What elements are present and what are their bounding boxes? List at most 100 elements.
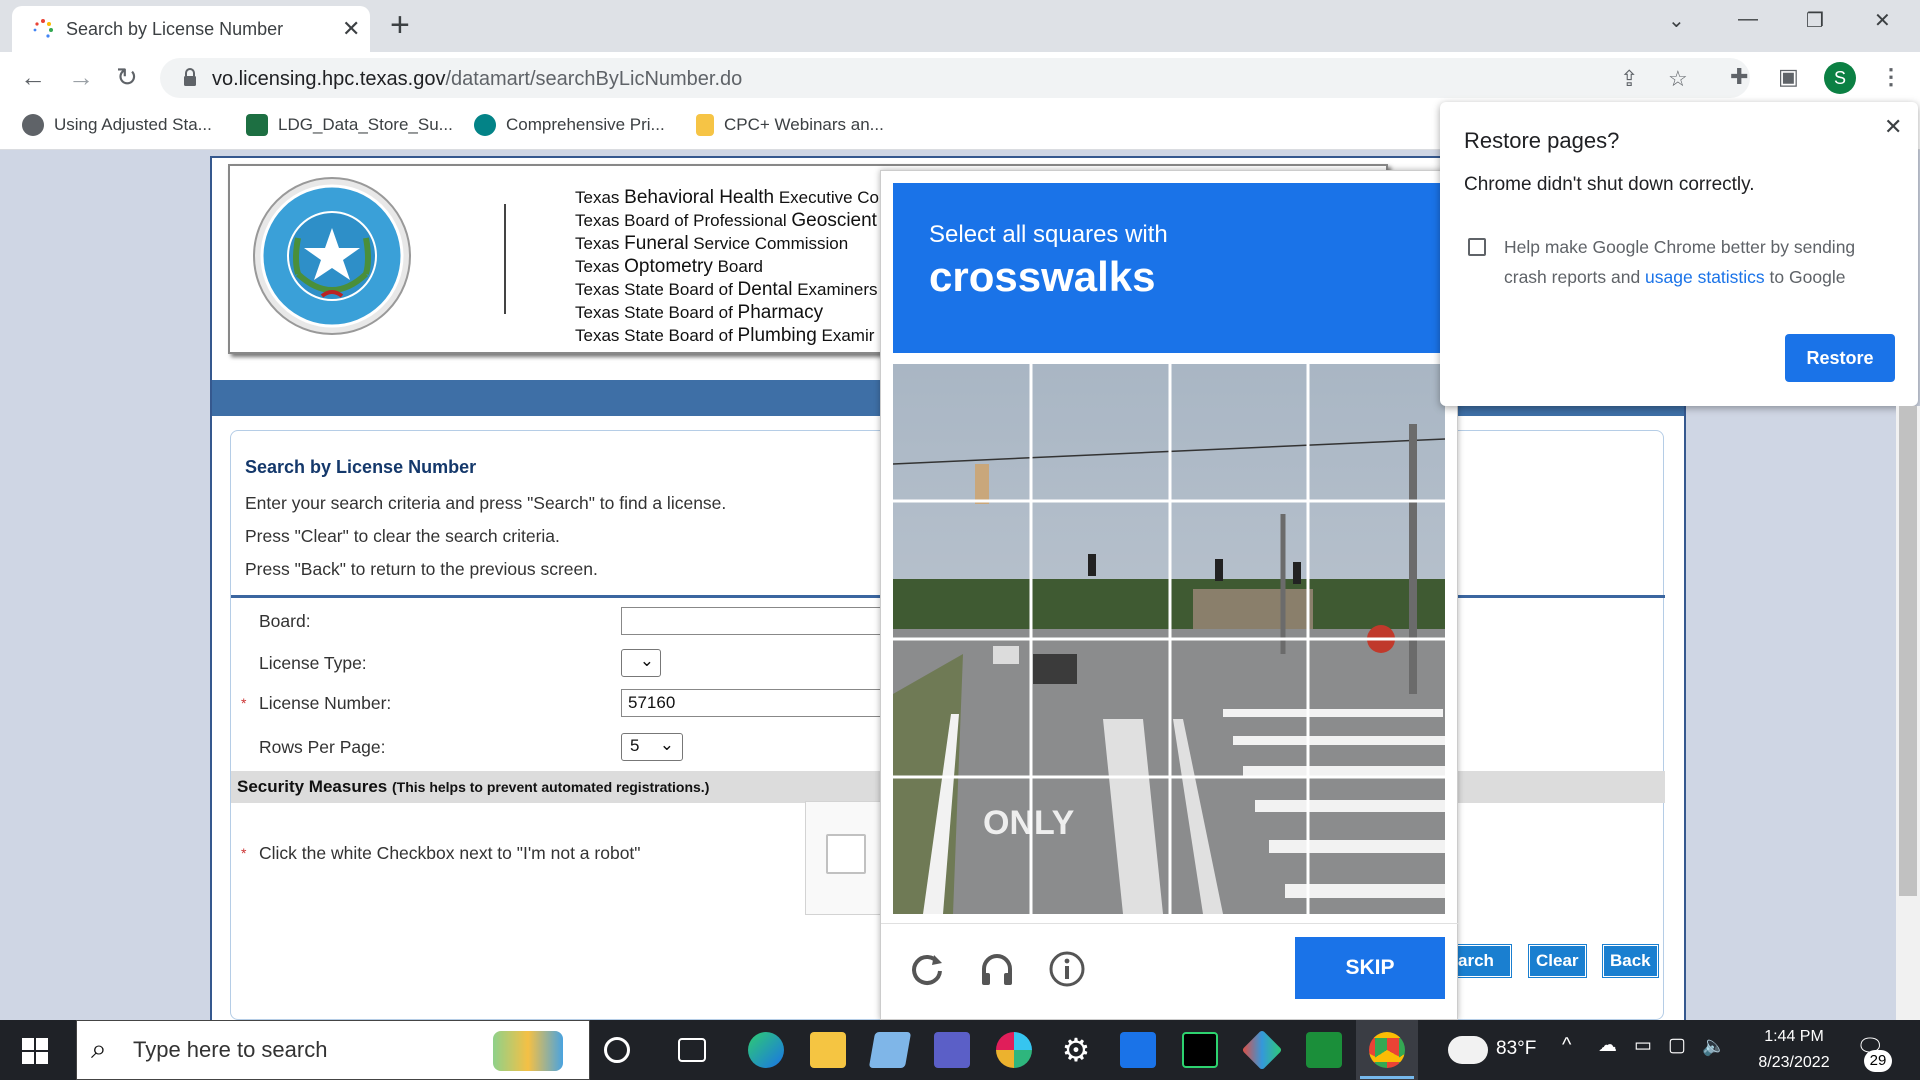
battery-icon[interactable]: ▭ [1634,1034,1652,1057]
slack-icon[interactable] [996,1032,1032,1068]
notepad-icon[interactable] [868,1032,912,1068]
windows-start-icon[interactable] [22,1038,48,1064]
rows-per-page-select[interactable]: 5 ⌄ [621,733,683,761]
search-highlight-icon [493,1031,563,1071]
restore-window-icon[interactable]: ❐ [1806,8,1824,33]
chevron-down-icon: ⌄ [659,735,674,754]
board-input[interactable] [621,607,921,635]
send-stats-checkbox[interactable] [1468,238,1486,256]
challenge-tile[interactable] [893,364,1029,499]
share-icon[interactable]: ⇪ [1620,66,1638,92]
file-explorer-icon[interactable] [810,1032,846,1068]
onedrive-icon[interactable]: ☁ [1598,1034,1617,1057]
challenge-tile[interactable] [1171,364,1307,499]
challenge-tile[interactable] [1309,364,1445,499]
info-icon[interactable] [1047,949,1087,989]
volume-icon[interactable]: 🔈 [1702,1034,1726,1058]
forward-arrow-icon[interactable]: → [68,62,94,93]
not-a-robot-checkbox[interactable] [826,834,866,874]
challenge-tile[interactable] [1171,502,1307,637]
recaptcha-challenge: Select all squares with crosswalks ONLY … [880,170,1459,1020]
browser-tab[interactable]: Search by License Number ✕ [12,6,370,52]
clear-button[interactable]: Clear [1528,944,1587,978]
board-name: Texas State Board of Pharmacy [575,301,879,324]
excel-icon [246,114,268,136]
settings-gear-icon[interactable]: ⚙ [1058,1032,1094,1068]
challenge-tile[interactable] [893,778,1029,913]
challenge-tile[interactable] [1032,502,1168,637]
tray-chevron-icon[interactable]: ^ [1562,1034,1571,1057]
pycharm-icon[interactable] [1182,1032,1218,1068]
back-arrow-icon[interactable]: ← [20,62,46,93]
challenge-tile[interactable] [893,640,1029,775]
security-heading: Security Measures [237,777,388,796]
usage-statistics-link[interactable]: usage statistics [1645,267,1765,287]
bookmark-item[interactable]: Using Adjusted Sta... [22,114,212,136]
weather-cloud-icon[interactable] [1448,1036,1488,1064]
extensions-icon[interactable]: ✚ [1730,64,1748,90]
minimize-icon[interactable]: — [1738,8,1758,31]
board-main: Behavioral Health [624,187,775,208]
board-name: Texas Behavioral Health Executive Co [575,186,879,209]
search-button[interactable]: arch [1454,944,1512,978]
chrome-icon[interactable] [1369,1032,1405,1068]
profile-avatar[interactable]: S [1824,62,1856,94]
required-marker: * [241,845,247,861]
tab-close-icon[interactable]: ✕ [342,16,360,42]
new-tab-button[interactable]: + [390,6,410,45]
globe-icon [22,114,44,136]
back-button[interactable]: Back [1602,944,1659,978]
teams-icon[interactable] [934,1032,970,1068]
skip-button[interactable]: SKIP [1295,937,1445,999]
help-text: Help make Google Chrome better by sendin… [1504,232,1884,292]
challenge-tile[interactable] [1032,640,1168,775]
audio-challenge-icon[interactable] [977,949,1017,989]
challenge-tile[interactable] [1309,640,1445,775]
challenge-tile[interactable] [1032,778,1168,913]
address-bar[interactable]: vo.licensing.hpc.texas.gov/datamart/sear… [160,58,1750,98]
board-suffix: Board [712,257,763,276]
close-icon[interactable]: ✕ [1884,114,1902,140]
board-name: Texas Board of Professional Geoscient [575,209,879,232]
challenge-tile[interactable] [1032,364,1168,499]
board-main: Pharmacy [737,302,824,323]
board-name: Texas State Board of Dental Examiners [575,278,879,301]
scrollbar-thumb[interactable] [1899,406,1917,896]
clock-time[interactable]: 1:44 PM [1744,1028,1844,1046]
challenge-tile[interactable] [1171,778,1307,913]
bookmark-item[interactable]: Comprehensive Pri... [474,114,665,136]
task-view-icon[interactable] [678,1038,706,1062]
license-number-input[interactable] [621,689,921,717]
tab-search-icon[interactable]: ⌄ [1668,8,1685,33]
taskbar-search-box[interactable]: ⌕ Type here to search [76,1020,590,1080]
side-panel-icon[interactable]: ▣ [1778,64,1799,90]
reload-icon[interactable]: ↻ [116,62,138,93]
bookmark-item[interactable]: CPC+ Webinars an... [696,114,884,136]
license-type-select[interactable]: ⌄ [621,649,661,677]
restore-button[interactable]: Restore [1785,334,1895,382]
challenge-tile[interactable] [893,502,1029,637]
board-prefix: Texas [575,234,625,253]
sync-app-icon[interactable] [1120,1032,1156,1068]
board-suffix: Examiners [792,280,878,299]
search-icon: ⌕ [91,1033,107,1064]
board-prefix: Texas [575,257,625,276]
board-suffix: Service Commission [688,234,849,253]
clock-date[interactable]: 8/23/2022 [1744,1054,1844,1072]
tab-title: Search by License Number [66,19,284,39]
temperature[interactable]: 83°F [1496,1038,1536,1060]
cortana-icon[interactable] [604,1037,630,1063]
close-window-icon[interactable]: ✕ [1874,8,1891,33]
challenge-tile[interactable] [1309,502,1445,637]
license-type-label: License Type: [259,653,367,673]
bookmark-item[interactable]: LDG_Data_Store_Su... [246,114,453,136]
edge-icon[interactable] [748,1032,784,1068]
reload-challenge-icon[interactable] [907,949,947,989]
challenge-tile[interactable] [1309,778,1445,913]
tableau-icon[interactable] [1241,1029,1283,1071]
bookmark-star-icon[interactable]: ☆ [1668,66,1688,92]
menu-kebab-icon[interactable]: ⋮ [1880,64,1902,90]
network-icon[interactable]: ▢ [1668,1034,1686,1057]
media-app-icon[interactable] [1306,1032,1342,1068]
challenge-tile[interactable] [1171,640,1307,775]
